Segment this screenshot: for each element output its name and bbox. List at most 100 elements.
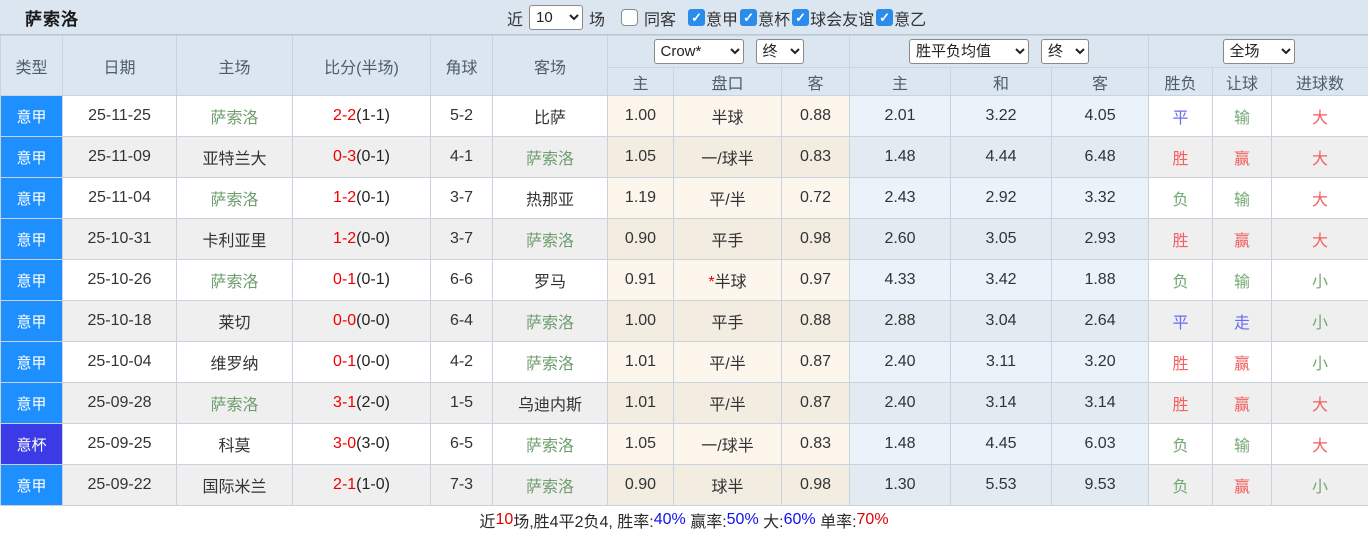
league-badge: 意甲 [0, 95, 63, 137]
score-cell: 3-0(3-0) [292, 423, 431, 465]
home-odds: 0.91 [607, 259, 674, 301]
halftime-score: (0-0) [356, 353, 390, 370]
odds-stage-select[interactable]: 终 [755, 39, 804, 65]
handicap-label: 平/半 [709, 192, 746, 209]
result-wdl: 胜 [1148, 382, 1214, 424]
fulltime-score: 3-0 [333, 435, 357, 452]
avg-stage-select[interactable]: 终 [1041, 39, 1090, 65]
filter-friendly[interactable]: 球会友谊 [792, 6, 874, 30]
halftime-score: (2-0) [356, 394, 390, 411]
home-odds: 0.90 [607, 464, 674, 506]
score-cell: 0-1(0-0) [292, 341, 431, 383]
result-handicap: 赢 [1212, 382, 1273, 424]
avg-home-odds: 1.30 [849, 464, 952, 506]
home-odds: 1.05 [607, 136, 674, 178]
filter-coppa[interactable]: 意杯 [740, 6, 790, 30]
avg-home-odds: 2.40 [849, 341, 952, 383]
avg-away-odds: 2.64 [1051, 300, 1150, 342]
serie-a-checkbox[interactable] [688, 9, 706, 26]
filter-label: 意甲 [706, 11, 739, 29]
footer-segment: 50% [726, 511, 759, 528]
handicap-cell: 平/半 [673, 177, 782, 219]
score-cell: 2-1(1-0) [292, 464, 431, 506]
footer-segment: 60% [783, 511, 816, 528]
result-goals: 大 [1271, 382, 1368, 424]
avg-away-odds: 4.05 [1051, 95, 1150, 137]
col-date: 日期 [62, 35, 177, 96]
avg-draw-odds: 4.44 [950, 136, 1053, 178]
col-score: 比分(半场) [292, 35, 431, 96]
footer-segment: 单率: [815, 514, 857, 531]
coppa-checkbox[interactable] [740, 9, 758, 26]
avg-away-odds: 6.48 [1051, 136, 1150, 178]
result-handicap: 赢 [1212, 341, 1273, 383]
result-wdl: 负 [1148, 177, 1214, 219]
halftime-score: (0-0) [356, 312, 390, 329]
result-handicap: 输 [1212, 95, 1273, 137]
result-goals: 大 [1271, 95, 1368, 137]
bookmaker-select[interactable]: Crow* [653, 39, 744, 65]
halftime-score: (0-0) [356, 230, 390, 247]
avg-draw-odds: 3.14 [950, 382, 1053, 424]
avg-away-odds: 2.93 [1051, 218, 1150, 260]
friendly-checkbox[interactable] [792, 9, 810, 26]
near-label: 近 [507, 11, 524, 29]
avg-away-odds: 1.88 [1051, 259, 1150, 301]
halftime-score: (3-0) [356, 435, 390, 452]
filter-same-venue[interactable]: 同客 [621, 6, 676, 30]
score-cell: 1-2(0-0) [292, 218, 431, 260]
same-venue-checkbox[interactable] [621, 9, 639, 26]
home-odds: 1.05 [607, 423, 674, 465]
table-row: 意甲 25-11-04 萨索洛 1-2(0-1) 3-7 热那亚 1.19 平/… [0, 177, 1368, 219]
filter-serie-b[interactable]: 意乙 [876, 6, 926, 30]
match-history-panel: 萨索洛 近 10 场 同客 意甲 意杯 球会友谊 [0, 0, 1368, 534]
home-team: 萨索洛 [176, 382, 293, 424]
avg-draw-odds: 3.22 [950, 95, 1053, 137]
corners-cell: 1-5 [430, 382, 493, 424]
avg-draw-odds: 3.04 [950, 300, 1053, 342]
col-home: 主场 [176, 35, 293, 96]
col-corners: 角球 [430, 35, 493, 96]
halftime-score: (0-1) [356, 189, 390, 206]
table-row: 意甲 25-10-04 维罗纳 0-1(0-0) 4-2 萨索洛 1.01 平/… [0, 341, 1368, 383]
handicap-label: 半球 [714, 274, 747, 291]
handicap-label: 平/半 [709, 356, 746, 373]
filter-serie-a[interactable]: 意甲 [688, 6, 738, 30]
result-wdl: 胜 [1148, 136, 1214, 178]
avg-away-odds: 3.32 [1051, 177, 1150, 219]
fulltime-score: 1-2 [333, 230, 357, 247]
filter-controls: 近 10 场 同客 意甲 意杯 球会友谊 意乙 [503, 0, 926, 35]
result-goals: 小 [1271, 259, 1368, 301]
avg-draw-odds: 3.11 [950, 341, 1053, 383]
serie-b-checkbox[interactable] [876, 9, 894, 26]
result-wdl: 负 [1148, 259, 1214, 301]
avg-type-select[interactable]: 胜平负均值 [909, 39, 1030, 65]
league-badge: 意甲 [0, 300, 63, 342]
home-odds: 1.00 [607, 300, 674, 342]
result-wdl: 负 [1148, 423, 1214, 465]
match-count-select[interactable]: 10 [529, 5, 584, 30]
avg-home-odds: 2.40 [849, 382, 952, 424]
home-team: 科莫 [176, 423, 293, 465]
result-goals: 大 [1271, 423, 1368, 465]
score-cell: 0-0(0-0) [292, 300, 431, 342]
avg-home-odds: 4.33 [849, 259, 952, 301]
result-wdl: 负 [1148, 464, 1214, 506]
avg-home-odds: 1.48 [849, 423, 952, 465]
match-date: 25-11-04 [62, 177, 177, 219]
handicap-cell: *半球 [673, 259, 782, 301]
filter-label: 意乙 [894, 11, 927, 29]
table-row: 意甲 25-10-26 萨索洛 0-1(0-1) 6-6 罗马 0.91 *半球… [0, 259, 1368, 301]
handicap-cell: 一/球半 [673, 136, 782, 178]
away-team: 萨索洛 [492, 300, 608, 342]
table-row: 意甲 25-11-09 亚特兰大 0-3(0-1) 4-1 萨索洛 1.05 一… [0, 136, 1368, 178]
handicap-label: 一/球半 [701, 438, 754, 455]
result-handicap: 赢 [1212, 464, 1273, 506]
avg-draw-odds: 2.92 [950, 177, 1053, 219]
matches-label: 场 [589, 11, 606, 29]
handicap-label: 平/半 [709, 397, 746, 414]
match-table: 类型 日期 主场 比分(半场) 角球 客场 Crow* 终 胜平负均值 终 全场… [0, 34, 1368, 506]
footer-segment: 40% [653, 511, 686, 528]
corners-cell: 4-2 [430, 341, 493, 383]
scope-select[interactable]: 全场 [1222, 39, 1295, 65]
